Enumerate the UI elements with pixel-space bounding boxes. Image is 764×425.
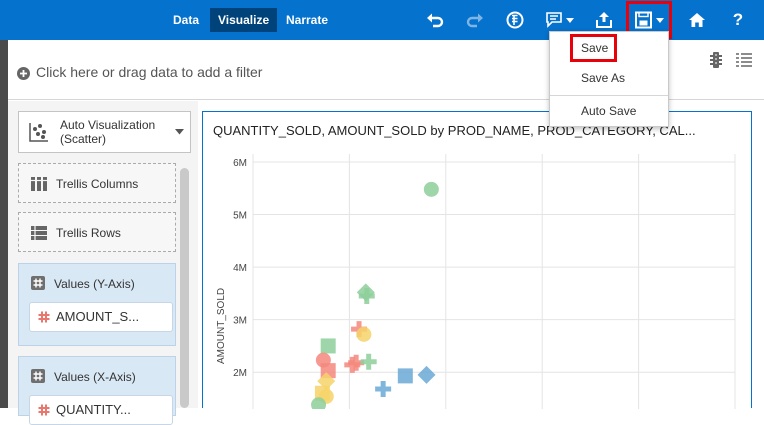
- trellis-columns-dropzone[interactable]: Trellis Columns: [18, 163, 176, 203]
- x-axis-dropzone[interactable]: Values (X-Axis) QUANTITY...: [18, 356, 176, 425]
- menu-icon[interactable]: [736, 52, 752, 68]
- measure-hash-icon: [38, 404, 50, 416]
- tab-data[interactable]: Data: [165, 8, 207, 32]
- y-tick-label: 5M: [233, 211, 247, 222]
- scatter-point[interactable]: [423, 181, 439, 197]
- y-tick-label: 6M: [233, 158, 247, 169]
- viz-type-label-2: (Scatter): [60, 132, 107, 146]
- y-tick-label: 4M: [233, 263, 247, 274]
- trellis-rows-dropzone[interactable]: Trellis Rows: [18, 212, 176, 252]
- trellis-rows-label: Trellis Rows: [56, 226, 121, 240]
- x-axis-measure-name: QUANTITY...: [56, 402, 131, 417]
- measure-hash-icon: [38, 311, 50, 323]
- hash-icon: [31, 369, 45, 383]
- scatter-icon: [29, 123, 48, 142]
- cross-filter-icon[interactable]: [708, 51, 724, 69]
- scatter-point[interactable]: [417, 365, 436, 384]
- scatter-point[interactable]: [360, 353, 377, 370]
- y-axis-measure-name: AMOUNT_S...: [56, 309, 140, 324]
- trellis-columns-label: Trellis Columns: [56, 177, 139, 191]
- menu-separator: [550, 95, 668, 96]
- filter-prompt: Click here or drag data to add a filter: [36, 64, 263, 80]
- y-tick-label: 2M: [233, 368, 247, 379]
- y-axis-measure-pill[interactable]: AMOUNT_S...: [29, 302, 173, 332]
- tab-narrate[interactable]: Narrate: [278, 8, 336, 32]
- share-icon[interactable]: [591, 8, 617, 32]
- undo-icon[interactable]: [422, 8, 448, 32]
- x-axis-label: Values (X-Axis): [54, 370, 136, 384]
- save-item-highlight-box: [570, 34, 617, 62]
- comment-icon[interactable]: [542, 8, 578, 32]
- y-tick-label: 3M: [233, 316, 247, 327]
- scatter-point[interactable]: [356, 326, 372, 342]
- menu-item-auto-save[interactable]: Auto Save: [550, 100, 668, 122]
- scatter-point[interactable]: [397, 368, 413, 384]
- y-axis-label: Values (Y-Axis): [54, 277, 135, 291]
- add-filter-icon: [17, 67, 30, 80]
- rows-icon: [31, 226, 47, 240]
- explain-icon[interactable]: [502, 8, 528, 32]
- y-axis-title: AMOUNT_SOLD: [216, 288, 227, 364]
- viz-type-label-1: Auto Visualization: [60, 118, 156, 132]
- home-icon[interactable]: [684, 8, 710, 32]
- left-edge-strip: [0, 40, 8, 408]
- visualization-canvas[interactable]: QUANTITY_SOLD, AMOUNT_SOLD by PROD_NAME,…: [202, 111, 752, 409]
- y-axis-dropzone[interactable]: Values (Y-Axis) AMOUNT_S...: [18, 263, 176, 346]
- scatter-point[interactable]: [320, 338, 336, 354]
- panel-scrollbar[interactable]: [180, 168, 189, 408]
- help-icon[interactable]: ?: [725, 8, 751, 32]
- tab-visualize[interactable]: Visualize: [210, 8, 278, 32]
- chevron-down-icon: [175, 129, 184, 135]
- viz-type-picker[interactable]: Auto Visualization (Scatter): [18, 111, 191, 153]
- menu-item-save-as[interactable]: Save As: [550, 67, 668, 89]
- redo-icon[interactable]: [462, 8, 488, 32]
- scatter-plot: 6M 5M 4M 3M 2M AMOUNT_SOLD: [216, 154, 736, 409]
- scatter-point[interactable]: [375, 381, 392, 398]
- columns-icon: [31, 177, 47, 191]
- x-axis-measure-pill[interactable]: QUANTITY...: [29, 395, 173, 425]
- hash-icon: [31, 276, 45, 290]
